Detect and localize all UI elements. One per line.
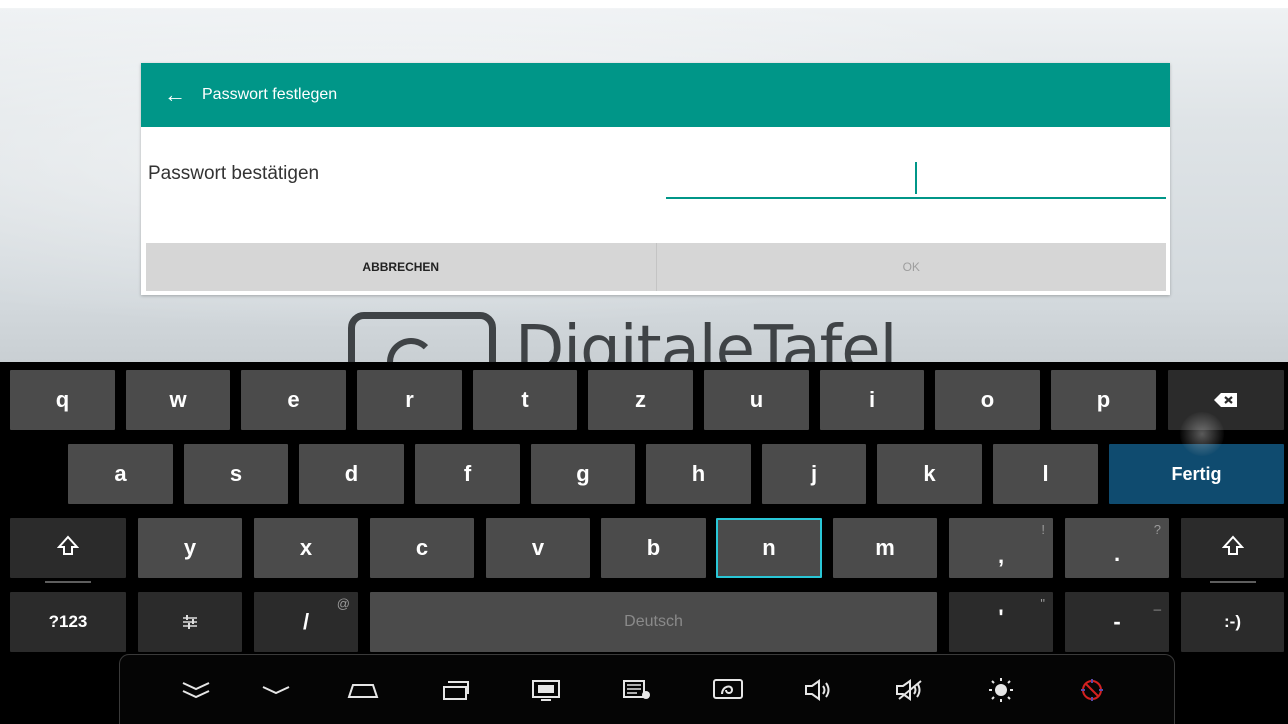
password-dialog: ← Passwort festlegen Passwort bestätigen… <box>141 63 1170 295</box>
shift-icon <box>1221 535 1244 555</box>
comma-hint: ! <box>1041 522 1045 537</box>
period-label: . <box>1113 541 1121 566</box>
cancel-button[interactable]: ABBRECHEN <box>146 243 656 291</box>
back-icon[interactable] <box>256 670 296 710</box>
key-dash[interactable]: - _ <box>1065 592 1169 652</box>
ok-button[interactable]: OK <box>655 243 1167 291</box>
keyboard-settings-key[interactable] <box>138 592 242 652</box>
key-apostrophe[interactable]: ' " <box>949 592 1053 652</box>
dialog-header: ← Passwort festlegen <box>141 63 1170 127</box>
space-key[interactable]: Deutsch <box>370 592 937 652</box>
key-slash[interactable]: / @ <box>254 592 358 652</box>
key-b[interactable]: b <box>601 518 706 578</box>
confirm-password-label: Passwort bestätigen <box>148 163 320 184</box>
key-s[interactable]: s <box>184 444 288 504</box>
key-g[interactable]: g <box>531 444 635 504</box>
text-caret <box>915 162 917 194</box>
key-h[interactable]: h <box>646 444 751 504</box>
key-i[interactable]: i <box>820 370 924 430</box>
backspace-icon <box>1214 393 1237 407</box>
key-w[interactable]: w <box>126 370 230 430</box>
key-m[interactable]: m <box>833 518 937 578</box>
system-navbar <box>119 654 1175 724</box>
settings-sliders-icon <box>183 615 197 629</box>
key-z[interactable]: z <box>588 370 693 430</box>
apostrophe-label: ' <box>998 605 1004 630</box>
screen-display-icon[interactable] <box>526 670 566 710</box>
key-o[interactable]: o <box>935 370 1040 430</box>
volume-up-icon[interactable] <box>799 670 839 710</box>
key-comma[interactable]: , ! <box>949 518 1053 578</box>
brightness-icon[interactable] <box>981 670 1021 710</box>
dialog-title: Passwort festlegen <box>202 86 338 103</box>
key-r[interactable]: r <box>357 370 462 430</box>
period-hint: ? <box>1153 522 1161 537</box>
shift-indicator <box>1209 581 1256 583</box>
key-n[interactable]: n <box>716 518 822 578</box>
key-c[interactable]: c <box>370 518 474 578</box>
comma-label: , <box>997 543 1005 568</box>
disabled-icon[interactable] <box>1072 670 1112 710</box>
key-y[interactable]: y <box>138 518 242 578</box>
key-p[interactable]: p <box>1051 370 1156 430</box>
mute-icon[interactable] <box>890 670 930 710</box>
logo-text: DigitaleTafel <box>515 313 897 363</box>
key-e[interactable]: e <box>241 370 346 430</box>
dialog-button-row: ABBRECHEN OK <box>146 243 1166 291</box>
key-a[interactable]: a <box>68 444 173 504</box>
key-f[interactable]: f <box>415 444 520 504</box>
shift-left-key[interactable] <box>10 518 126 583</box>
key-j[interactable]: j <box>762 444 866 504</box>
slash-hint: @ <box>336 596 350 611</box>
back-arrow-icon[interactable]: ← <box>163 81 187 109</box>
collapse-keyboard-icon[interactable] <box>176 670 216 710</box>
apostrophe-hint: " <box>1040 596 1045 611</box>
slash-label: / <box>302 609 310 634</box>
recent-apps-icon[interactable] <box>435 670 475 710</box>
touch-indicator <box>1180 412 1224 456</box>
smiley-key[interactable]: :-) <box>1181 592 1284 652</box>
background-logo: DigitaleTafel <box>345 310 965 363</box>
shift-indicator <box>45 581 91 583</box>
key-v[interactable]: v <box>486 518 590 578</box>
touch-icon[interactable] <box>708 670 748 710</box>
screen-settings-icon[interactable] <box>617 670 657 710</box>
key-t[interactable]: t <box>473 370 577 430</box>
shift-right-key[interactable] <box>1181 518 1284 583</box>
key-q[interactable]: q <box>10 370 115 430</box>
top-strip <box>0 0 1288 8</box>
dash-hint: _ <box>1153 596 1161 611</box>
key-k[interactable]: k <box>877 444 982 504</box>
key-u[interactable]: u <box>704 370 809 430</box>
key-x[interactable]: x <box>254 518 358 578</box>
key-l[interactable]: l <box>993 444 1098 504</box>
key-period[interactable]: . ? <box>1065 518 1169 578</box>
symbols-key[interactable]: ?123 <box>10 592 126 652</box>
shift-icon <box>57 535 79 555</box>
dash-label: - <box>1113 609 1121 634</box>
home-icon[interactable] <box>343 670 383 710</box>
key-d[interactable]: d <box>299 444 404 504</box>
